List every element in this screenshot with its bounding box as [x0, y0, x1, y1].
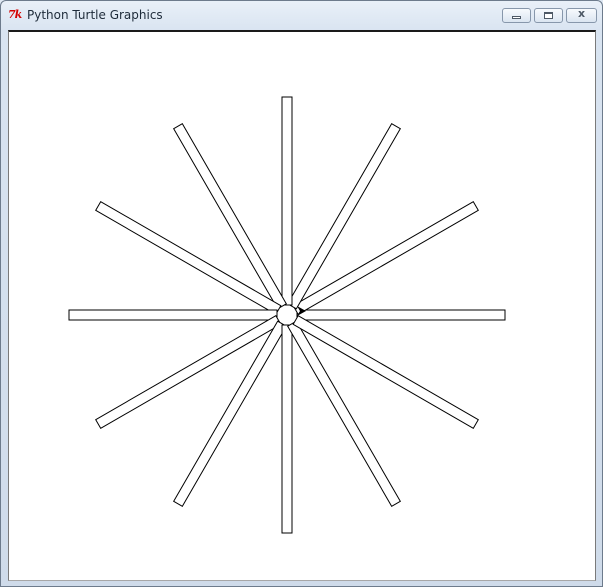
- spoke-rect: [281, 324, 293, 534]
- spoke-rect: [281, 96, 293, 306]
- window-title: Python Turtle Graphics: [27, 8, 163, 22]
- turtle-canvas-frame[interactable]: [8, 30, 596, 581]
- tk-app-icon: 7k: [8, 8, 22, 21]
- spoke-rect: [68, 309, 278, 321]
- title-bar[interactable]: 7k Python Turtle Graphics x: [1, 1, 602, 29]
- spoke-group: [68, 96, 506, 534]
- close-button[interactable]: x: [566, 7, 597, 23]
- turtle-canvas[interactable]: [9, 32, 595, 580]
- spoke-rect: [296, 309, 506, 321]
- close-icon: x: [577, 7, 586, 20]
- minimize-button[interactable]: [502, 8, 531, 23]
- turtle-window: 7k Python Turtle Graphics x: [0, 0, 603, 587]
- maximize-button[interactable]: [534, 8, 563, 23]
